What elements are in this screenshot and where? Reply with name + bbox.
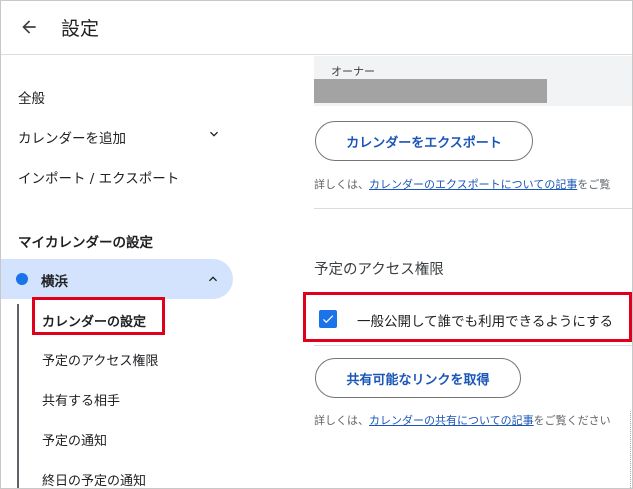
sidebar-item-general[interactable]: 全般 — [18, 87, 45, 107]
my-calendars-heading: マイカレンダーの設定 — [18, 235, 153, 251]
submenu-indicator-line — [17, 304, 19, 488]
app-header: 設定 — [1, 1, 632, 55]
sidebar-subitem-event-notifications[interactable]: 予定の通知 — [42, 430, 107, 449]
page-title: 設定 — [61, 18, 100, 40]
checkmark-icon — [322, 315, 334, 324]
back-button[interactable] — [13, 11, 45, 43]
checkbox-divider — [314, 345, 632, 346]
get-share-link-button[interactable]: 共有可能なリンクを取得 — [315, 358, 521, 398]
add-calendar-expand-button[interactable] — [206, 126, 222, 146]
owner-value-redacted — [314, 79, 547, 103]
export-article-link[interactable]: カレンダーのエクスポートについての記事 — [369, 178, 577, 191]
export-calendar-button[interactable]: カレンダーをエクスポート — [315, 121, 533, 161]
chevron-down-icon — [210, 131, 218, 137]
export-info-text: 詳しくは、カレンダーのエクスポートについての記事をご覧 — [314, 178, 611, 191]
chevron-up-icon — [209, 276, 217, 282]
share-info-text: 詳しくは、カレンダーの共有についての記事をご覧ください — [314, 414, 611, 427]
settings-sidebar: 全般 カレンダーを追加 インポート / エクスポート マイカレンダーの設定 横浜… — [1, 56, 241, 488]
owner-label: オーナー — [331, 65, 375, 78]
scroll-edge — [630, 411, 632, 488]
share-article-link[interactable]: カレンダーの共有についての記事 — [369, 414, 534, 427]
calendar-name: 横浜 — [41, 274, 68, 290]
highlight-box-calendar-settings — [32, 297, 165, 335]
public-checkbox[interactable] — [319, 310, 337, 328]
sidebar-subitem-access-permissions[interactable]: 予定のアクセス権限 — [42, 350, 158, 369]
access-permissions-heading: 予定のアクセス権限 — [314, 262, 444, 278]
settings-window: 設定 全般 カレンダーを追加 インポート / エクスポート マイカレンダーの設定… — [0, 0, 633, 489]
calendar-collapse-button[interactable] — [205, 271, 221, 291]
sidebar-calendar-yokohama[interactable]: 横浜 — [1, 259, 233, 299]
arrow-left-icon — [22, 20, 36, 34]
sidebar-subitem-share-with[interactable]: 共有する相手 — [42, 390, 120, 409]
calendar-color-dot — [16, 273, 28, 285]
public-checkbox-label: 一般公開して誰でも利用できるようにする — [357, 314, 613, 330]
owner-section: オーナー — [314, 56, 632, 106]
sidebar-item-add-calendar[interactable]: カレンダーを追加 — [18, 127, 126, 147]
section-divider — [314, 208, 632, 209]
sidebar-subitem-allday-notifications[interactable]: 終日の予定の通知 — [42, 470, 146, 488]
sidebar-item-import-export[interactable]: インポート / エクスポート — [18, 167, 179, 187]
